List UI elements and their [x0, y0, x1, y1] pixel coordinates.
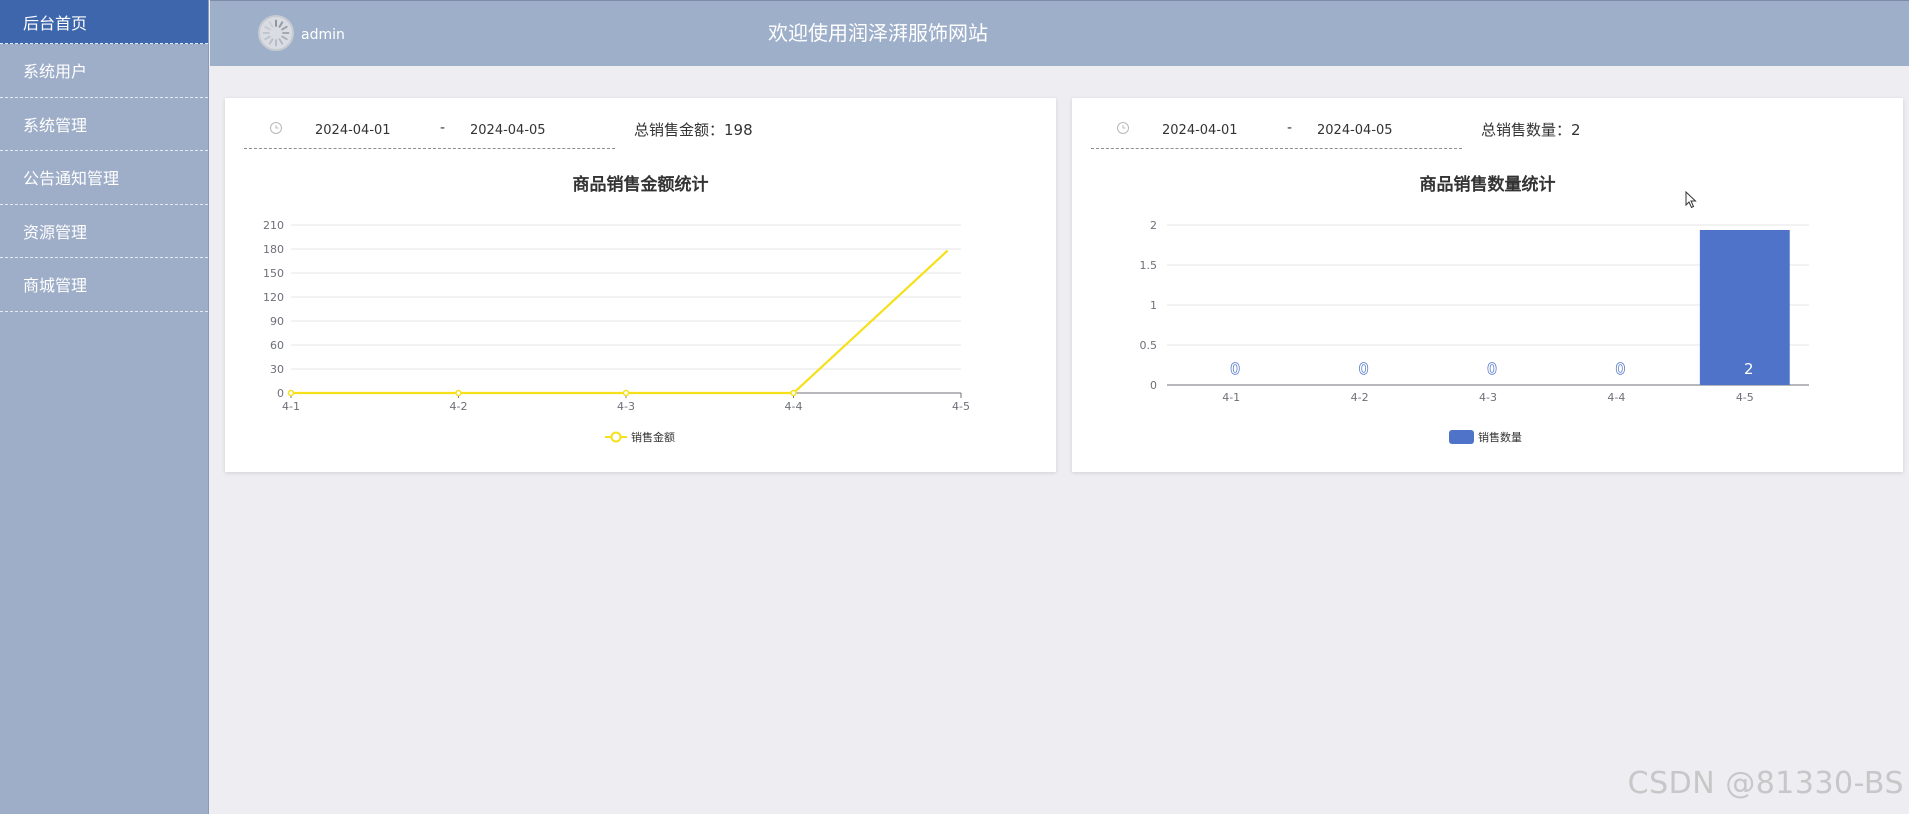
y-tick-label: 0.5	[1140, 339, 1158, 352]
data-label: 0	[1616, 360, 1626, 378]
site-title: 欢迎使用润泽湃服饰网站	[768, 21, 988, 45]
mouse-cursor-icon	[1685, 191, 1697, 209]
sidebar-item-system-management[interactable]: 系统管理	[0, 98, 208, 151]
legend-bar-swatch	[1449, 430, 1474, 444]
chart-legend[interactable]: 销售数量	[1449, 429, 1522, 445]
x-tick-label: 4-3	[1479, 391, 1497, 404]
sidebar-item-resources[interactable]: 资源管理	[0, 205, 208, 258]
x-tick-label: 4-1	[282, 400, 300, 413]
data-label: 0	[1487, 360, 1497, 378]
y-tick-label: 150	[263, 267, 284, 280]
sidebar-item-label: 系统用户	[23, 62, 88, 82]
x-tick-label: 4-5	[1736, 391, 1754, 404]
y-tick-label: 2	[1150, 219, 1157, 232]
chart-legend[interactable]: 销售金额	[605, 429, 675, 445]
x-tick-label: 4-1	[1222, 391, 1240, 404]
watermark: CSDN @81330-BS	[1627, 766, 1904, 801]
x-tick-label: 4-3	[617, 400, 635, 413]
sidebar-item-label: 公告通知管理	[23, 169, 120, 189]
x-tick-label: 4-5	[952, 400, 970, 413]
x-tick-label: 4-2	[450, 400, 468, 413]
x-tick-label: 4-4	[785, 400, 803, 413]
data-label: 0	[1359, 360, 1369, 378]
sidebar-item-label: 资源管理	[23, 222, 88, 242]
series-line-sales-amount	[291, 249, 949, 395]
y-tick-label: 1.5	[1140, 259, 1158, 272]
sales-amount-line-chart: 0 30 60 90 120 150 180 210 4-1 4-2 4-3 4-4 4-5	[263, 219, 970, 413]
data-label: 2	[1744, 360, 1754, 378]
data-point	[790, 389, 797, 397]
sidebar-item-label: 后台首页	[23, 13, 88, 33]
x-tick-label: 4-2	[1351, 391, 1369, 404]
y-tick-label: 30	[270, 363, 284, 376]
y-tick-label: 60	[270, 339, 284, 352]
data-point	[622, 389, 630, 397]
data-point	[455, 389, 462, 397]
data-point	[287, 389, 295, 397]
legend-line-swatch	[605, 431, 627, 443]
y-tick-label: 180	[263, 243, 284, 256]
legend-label: 销售数量	[1478, 431, 1522, 444]
sidebar: 后台首页 系统用户 系统管理 公告通知管理 资源管理 商城管理	[0, 0, 209, 814]
y-tick-label: 120	[263, 291, 284, 304]
sidebar-item-label: 商城管理	[23, 276, 88, 296]
sidebar-item-label: 系统管理	[23, 115, 88, 135]
sales-quantity-bar-chart: 0 0.5 1 1.5 2 4-1 4-2 4-3 4-4 4-5 0 0 0 0 2	[1140, 219, 1809, 404]
y-tick-label: 0	[1150, 379, 1157, 392]
x-tick-label: 4-4	[1607, 391, 1625, 404]
y-tick-label: 90	[270, 315, 284, 328]
sidebar-item-system-users[interactable]: 系统用户	[0, 44, 208, 98]
sidebar-item-mall[interactable]: 商城管理	[0, 258, 208, 312]
sales-amount-card: 2024-04-01 - 2024-04-05 总销售金额：198 商品销售金额…	[225, 98, 1056, 472]
data-label: 0	[1230, 360, 1240, 378]
sidebar-item-announcements[interactable]: 公告通知管理	[0, 151, 208, 205]
y-tick-label: 1	[1150, 299, 1157, 312]
sidebar-item-home[interactable]: 后台首页	[0, 0, 208, 44]
topbar: admin 欢迎使用润泽湃服饰网站	[210, 0, 1909, 66]
sales-quantity-card: 2024-04-01 - 2024-04-05 总销售数量：2 商品销售数量统计…	[1072, 98, 1903, 472]
legend-label: 销售金额	[631, 431, 675, 444]
y-tick-label: 0	[277, 387, 284, 400]
y-tick-label: 210	[263, 219, 284, 232]
